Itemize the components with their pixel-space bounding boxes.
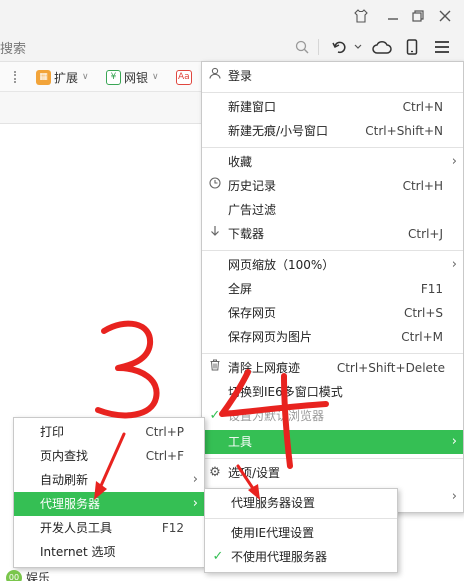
menu-item-downloader[interactable]: 下载器 Ctrl+J [202,222,463,246]
menu-item-zoom[interactable]: 网页缩放（100%） › [202,253,463,277]
close-icon[interactable] [436,7,454,25]
chevron-right-icon: › [451,257,457,272]
gear-icon: ⚙ [209,465,221,480]
cloud-icon[interactable] [371,37,393,57]
menu-item-dev-tools[interactable]: 开发人员工具 F12 [14,516,204,540]
trash-icon [208,356,222,380]
menu-item-ie6-mode[interactable]: 切换到IE6多窗口模式 [202,380,463,404]
menu-item-find-in-page[interactable]: 页内查找 Ctrl+F [14,444,204,468]
chevron-right-icon: › [192,496,198,511]
bottom-entertainment[interactable]: 00 娱乐 [6,569,50,581]
menu-item-history[interactable]: 历史记录 Ctrl+H [202,174,463,198]
shortcut: F12 [161,521,184,535]
main-menu: 登录 新建窗口 Ctrl+N 新建无痕/小号窗口 Ctrl+Shift+N 收藏… [201,61,464,513]
menu-item-proxy-server[interactable]: 代理服务器 › [14,492,204,516]
badge-icon: 00 [6,569,22,581]
menu-item-ad-filter[interactable]: 广告过滤 [202,198,463,222]
menu-item-proxy-settings[interactable]: 代理服务器设置 [205,491,397,515]
shortcut: Ctrl+F [145,449,184,463]
search-input[interactable]: 搜索 [0,38,26,57]
menu-item-login[interactable]: 登录 [202,64,463,88]
shirt-icon[interactable] [352,7,370,25]
menu-item-auto-refresh[interactable]: 自动刷新 › [14,468,204,492]
shortcut: Ctrl+H [402,179,443,193]
bookmark-extensions[interactable]: ▦ 扩展 ∨ [36,68,89,86]
shortcut: Ctrl+Shift+N [365,124,443,138]
menu-item-set-default[interactable]: ✓ 设置为默认浏览器 [202,404,463,428]
user-icon [208,64,222,88]
grip-handle[interactable] [14,71,16,83]
menu-item-new-incognito[interactable]: 新建无痕/小号窗口 Ctrl+Shift+N [202,119,463,143]
menu-item-tools[interactable]: 工具 › [202,430,463,454]
shortcut: Ctrl+Shift+Delete [336,361,445,375]
menu-item-new-window[interactable]: 新建窗口 Ctrl+N [202,95,463,119]
restore-icon[interactable] [409,7,427,25]
shortcut: F11 [420,282,443,296]
shortcut: Ctrl+J [408,227,443,241]
chevron-right-icon: › [451,434,457,449]
divider [318,39,319,55]
shortcut: Ctrl+S [403,306,443,320]
online-bank-icon: ¥ [106,69,121,85]
address-bar: 搜索 [0,32,464,62]
shortcut: Ctrl+M [401,330,443,344]
download-icon [208,222,222,246]
shortcut: Ctrl+N [402,100,443,114]
bookmark-online-bank[interactable]: ¥ 网银 ∨ [106,68,159,86]
phone-icon[interactable] [402,37,422,57]
text-icon: Aa [176,69,192,85]
menu-item-internet-options[interactable]: Internet 选项 [14,540,204,564]
undo-icon[interactable] [330,37,350,57]
chevron-down-icon: ∨ [152,72,159,82]
chevron-right-icon: › [451,154,457,169]
clock-icon [208,174,222,198]
menu-item-settings[interactable]: ⚙ 选项/设置 [202,461,463,485]
menu-item-favorites[interactable]: 收藏 › [202,150,463,174]
tools-submenu: 打印 Ctrl+P 页内查找 Ctrl+F 自动刷新 › 代理服务器 › 开发人… [13,417,205,568]
bookmark-label: 网银 [124,70,149,85]
shortcut: Ctrl+P [145,425,184,439]
annotation-digit-three [95,320,160,419]
menu-item-save-page[interactable]: 保存网页 Ctrl+S [202,301,463,325]
menu-item-fullscreen[interactable]: 全屏 F11 [202,277,463,301]
bottom-label: 娱乐 [26,571,51,581]
minimize-icon[interactable] [384,7,402,25]
menu-item-use-ie-proxy[interactable]: 使用IE代理设置 [205,521,397,545]
menu-item-save-as-image[interactable]: 保存网页为图片 Ctrl+M [202,325,463,349]
chevron-down-icon[interactable] [352,37,364,57]
menu-item-print[interactable]: 打印 Ctrl+P [14,420,204,444]
menu-item-no-proxy[interactable]: ✓ 不使用代理服务器 [205,545,397,569]
bookmark-text[interactable]: Aa [176,68,195,86]
proxy-submenu: 代理服务器设置 使用IE代理设置 ✓ 不使用代理服务器 [204,488,398,573]
chevron-right-icon: › [192,472,198,487]
chevron-down-icon: ∨ [82,72,89,82]
extensions-icon: ▦ [36,69,51,85]
check-icon: ✓ [212,549,224,564]
chevron-right-icon: › [451,489,457,504]
title-bar [0,0,464,32]
bookmark-label: 扩展 [54,70,79,85]
search-icon[interactable] [292,37,312,57]
menu-icon[interactable] [432,37,452,57]
menu-item-clear-traces[interactable]: 清除上网痕迹 Ctrl+Shift+Delete [202,356,463,380]
check-icon: ✓ [209,408,221,423]
